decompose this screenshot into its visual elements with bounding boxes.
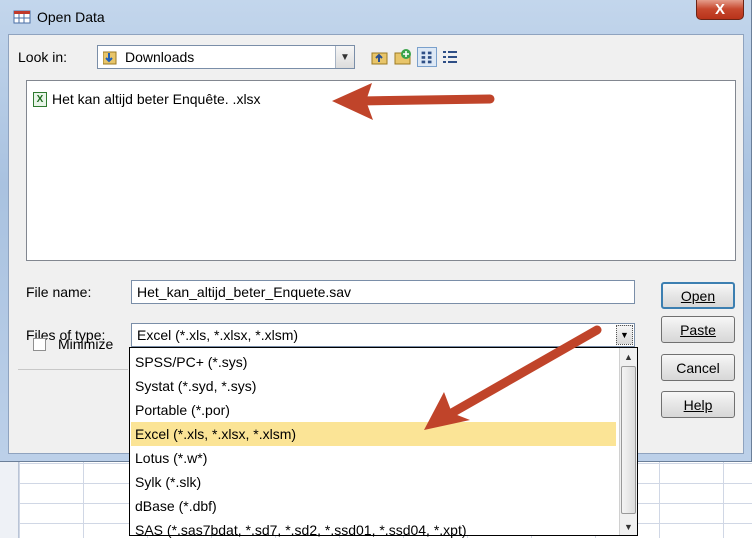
- annotation-arrows: [332, 83, 602, 430]
- annotation-arrow-excel: [424, 325, 602, 430]
- annotation-arrow-file: [332, 83, 495, 120]
